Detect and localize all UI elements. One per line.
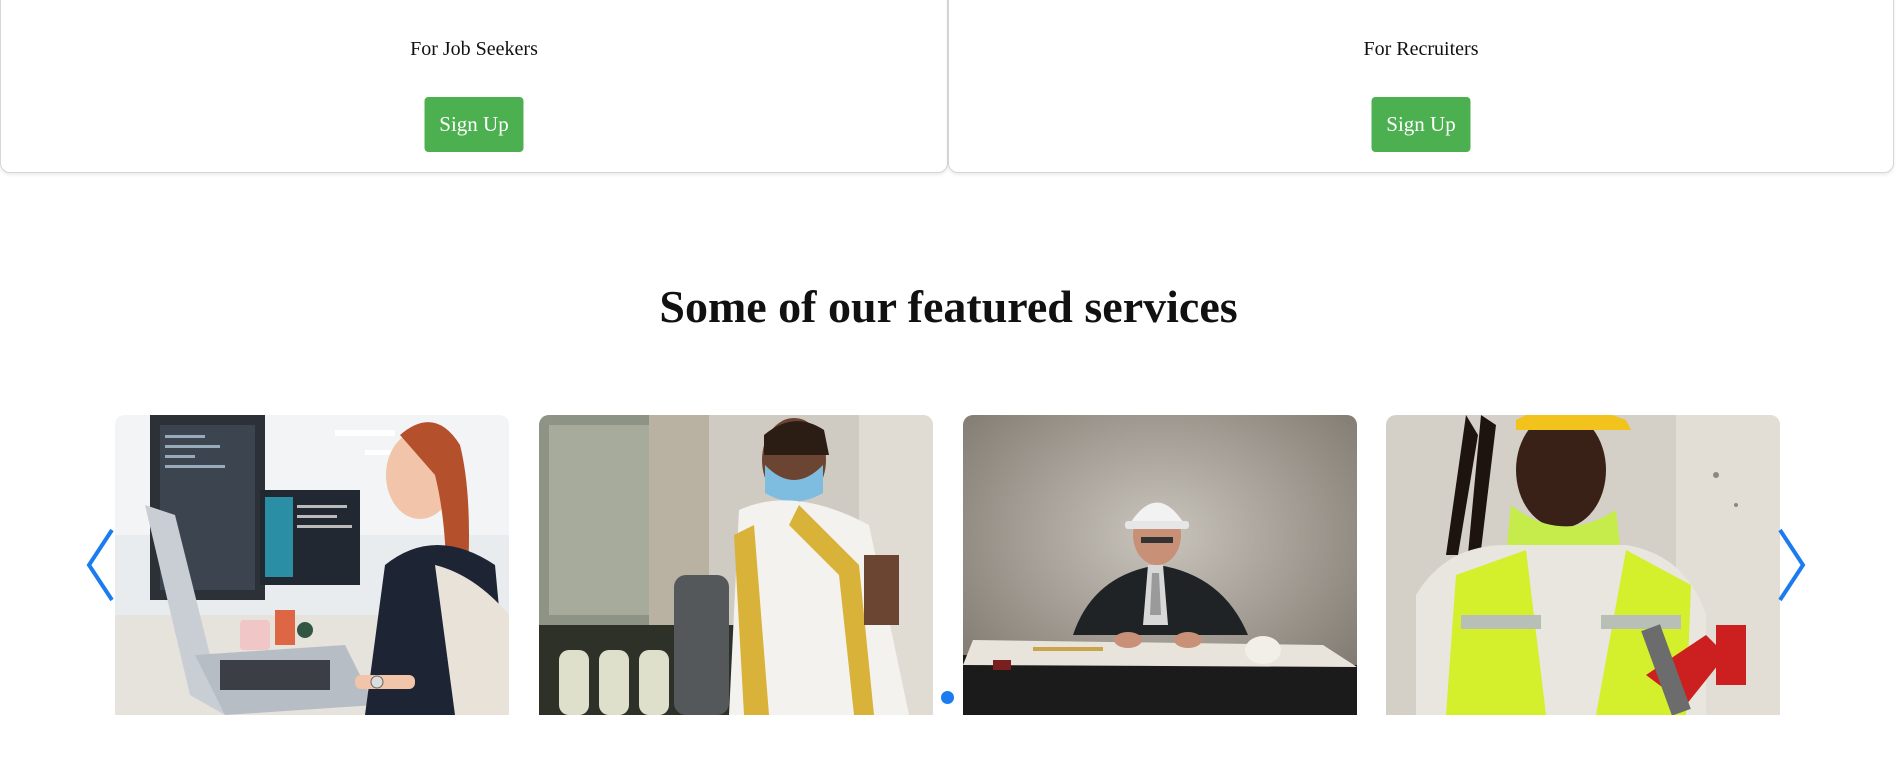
woman-at-computer-office-photo xyxy=(115,415,509,715)
job-seekers-signup-button[interactable]: Sign Up xyxy=(424,97,524,152)
carousel-slide[interactable] xyxy=(963,415,1357,715)
featured-services-heading: Some of our featured services xyxy=(659,281,1238,332)
carousel-prev-button[interactable] xyxy=(82,525,122,605)
recruiters-title: For Recruiters xyxy=(1363,38,1479,60)
chevron-left-icon xyxy=(86,528,114,602)
carousel-slide[interactable] xyxy=(1386,415,1780,715)
carousel-slide[interactable] xyxy=(539,415,933,715)
recruiters-signup-button[interactable]: Sign Up xyxy=(1371,97,1471,152)
woman-with-mask-photo xyxy=(539,415,933,715)
construction-worker-safety-vest-photo xyxy=(1386,415,1780,715)
man-with-hard-hat-drafting-photo xyxy=(963,415,1357,715)
carousel-slide[interactable] xyxy=(115,415,509,715)
page: For Job Seekers Sign Up For Recruiters S… xyxy=(0,0,1897,777)
job-seekers-card: For Job Seekers Sign Up xyxy=(0,0,948,173)
carousel-indicator-dot[interactable] xyxy=(941,691,954,704)
chevron-right-icon xyxy=(1778,528,1806,602)
recruiters-card: For Recruiters Sign Up xyxy=(948,0,1894,173)
featured-services-carousel xyxy=(0,415,1897,715)
job-seekers-title: For Job Seekers xyxy=(410,38,538,60)
carousel-next-button[interactable] xyxy=(1770,525,1810,605)
